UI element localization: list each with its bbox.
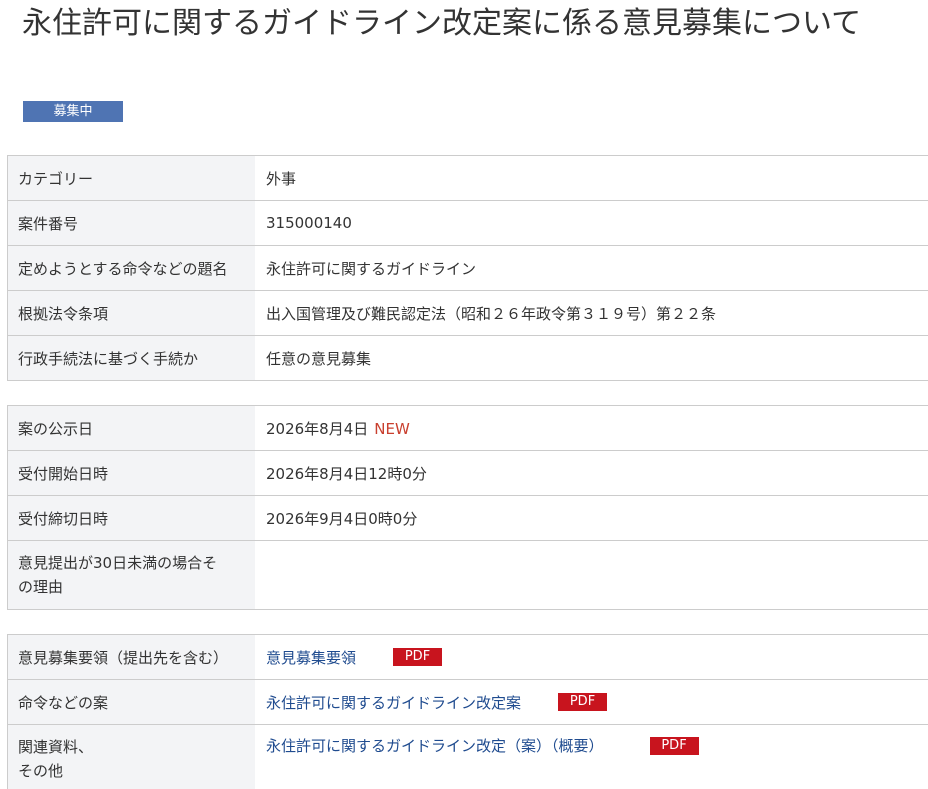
deadline-datetime-value: 2026年9月4日0時0分 (255, 495, 928, 541)
related-materials-link[interactable]: 永住許可に関するガイドライン改定（案）（概要） (266, 737, 604, 755)
status-badge: 募集中 (23, 101, 123, 122)
legal-basis-value: 出入国管理及び難民認定法（昭和２６年政令第３１９号）第２２条 (255, 290, 928, 336)
schedule-table: 案の公示日 2026年8月4日 NEW 受付開始日時 2026年8月4日12時0分… (7, 405, 928, 610)
table-row: 根拠法令条項 出入国管理及び難民認定法（昭和２６年政令第３１９号）第２２条 (7, 290, 928, 336)
documents-table: 意見募集要領（提出先を含む） 意見募集要領 PDF 命令などの案 永住許可に関する… (7, 634, 928, 789)
related-materials-label-line1: 関連資料、 (18, 738, 94, 756)
short-period-reason-label: 意見提出が30日未満の場合そ の理由 (7, 540, 255, 610)
procedure-label: 行政手続法に基づく手続か (7, 335, 255, 381)
short-period-reason-value (255, 540, 928, 610)
published-date-value: 2026年8月4日 (266, 419, 369, 438)
start-datetime-value: 2026年8月4日12時0分 (255, 450, 928, 496)
guidelines-link[interactable]: 意見募集要領 (266, 649, 356, 667)
deadline-datetime-label: 受付締切日時 (7, 495, 255, 541)
related-materials-cell: 永住許可に関するガイドライン改定（案）（概要） PDF (255, 724, 928, 789)
table-row: 行政手続法に基づく手続か 任意の意見募集 (7, 335, 928, 381)
draft-cell: 永住許可に関するガイドライン改定案 PDF (255, 679, 928, 725)
start-datetime-label: 受付開始日時 (7, 450, 255, 496)
table-row: 意見提出が30日未満の場合そ の理由 (7, 540, 928, 610)
case-number-label: 案件番号 (7, 200, 255, 246)
guidelines-cell: 意見募集要領 PDF (255, 634, 928, 680)
table-row: 受付開始日時 2026年8月4日12時0分 (7, 450, 928, 496)
page: 永住許可に関するガイドライン改定案に係る意見募集について 募集中 カテゴリー 外… (0, 0, 928, 789)
procedure-value: 任意の意見募集 (255, 335, 928, 381)
draft-link[interactable]: 永住許可に関するガイドライン改定案 (266, 694, 521, 712)
table-row: 命令などの案 永住許可に関するガイドライン改定案 PDF (7, 679, 928, 725)
subject-label: 定めようとする命令などの題名 (7, 245, 255, 291)
pdf-icon: PDF (558, 693, 608, 711)
pdf-icon: PDF (649, 736, 699, 755)
table-row: 関連資料、その他 永住許可に関するガイドライン改定（案）（概要） PDF (7, 724, 928, 789)
related-materials-label-line2: その他 (18, 762, 64, 780)
short-period-reason-label-line1: 意見提出が30日未満の場合そ (18, 554, 218, 572)
short-period-reason-label-line2: の理由 (18, 578, 64, 596)
table-row: 受付締切日時 2026年9月4日0時0分 (7, 495, 928, 541)
table-row: 意見募集要領（提出先を含む） 意見募集要領 PDF (7, 634, 928, 680)
page-title: 永住許可に関するガイドライン改定案に係る意見募集について (22, 6, 862, 41)
pdf-icon: PDF (393, 648, 443, 666)
table-row: カテゴリー 外事 (7, 155, 928, 201)
draft-label: 命令などの案 (7, 679, 255, 725)
table-row: 案の公示日 2026年8月4日 NEW (7, 405, 928, 451)
table-row: 定めようとする命令などの題名 永住許可に関するガイドライン (7, 245, 928, 291)
guidelines-label: 意見募集要領（提出先を含む） (7, 634, 255, 680)
subject-value: 永住許可に関するガイドライン (255, 245, 928, 291)
basic-info-table: カテゴリー 外事 案件番号 315000140 定めようとする命令などの題名 永… (7, 155, 928, 381)
new-badge: NEW (374, 419, 410, 438)
case-number-value: 315000140 (255, 200, 928, 246)
legal-basis-label: 根拠法令条項 (7, 290, 255, 336)
published-date-label: 案の公示日 (7, 405, 255, 451)
category-label: カテゴリー (7, 155, 255, 201)
table-row: 案件番号 315000140 (7, 200, 928, 246)
related-materials-label: 関連資料、 その他 (7, 724, 255, 789)
category-value: 外事 (255, 155, 928, 201)
published-date-cell: 2026年8月4日 NEW (255, 405, 928, 451)
